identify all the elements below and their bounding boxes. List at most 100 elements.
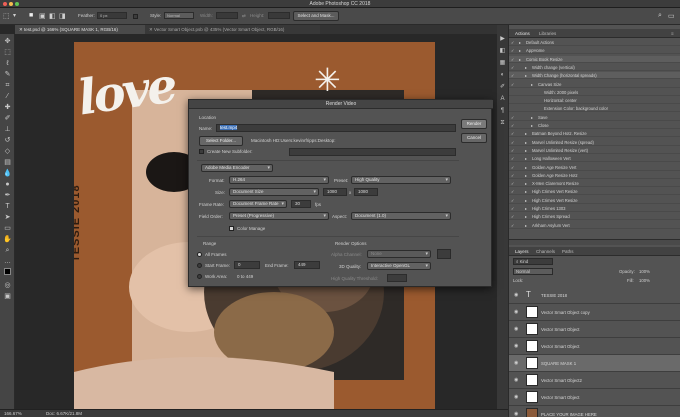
action-item[interactable]: Horizontal: center (509, 97, 680, 105)
action-item[interactable]: Width: 2000 pixels (509, 89, 680, 96)
chevron-right-icon[interactable]: ▸ (531, 123, 533, 128)
shape-tool-icon[interactable]: ▭ (3, 224, 12, 233)
color-manage-checkbox[interactable] (229, 226, 234, 231)
work-area-radio[interactable] (197, 274, 202, 279)
properties-icon[interactable]: ◧ (498, 47, 507, 56)
subtract-selection-icon[interactable]: ◧ (49, 12, 56, 20)
all-frames-radio[interactable] (197, 252, 202, 257)
brush-tool-icon[interactable]: ✐ (3, 114, 12, 123)
tab-paths[interactable]: Paths (562, 249, 574, 254)
eye-icon[interactable]: ◉ (514, 292, 518, 298)
search-icon[interactable]: ⌕ (658, 12, 662, 20)
blur-tool-icon[interactable]: 💧 (3, 169, 12, 178)
gradient-tool-icon[interactable]: ▤ (3, 158, 12, 167)
chevron-right-icon[interactable]: ▸ (525, 165, 527, 170)
chevron-right-icon[interactable]: ▸ (519, 48, 521, 53)
chevron-right-icon[interactable]: ▸ (525, 173, 527, 178)
name-input[interactable]: test.mp4 (216, 124, 456, 132)
eye-icon[interactable]: ◉ (514, 377, 518, 383)
chevron-right-icon[interactable]: ▸ (525, 140, 527, 145)
chevron-right-icon[interactable]: ▸ (519, 40, 521, 45)
swatches-icon[interactable]: ▦ (498, 59, 507, 68)
field-order-select[interactable]: Preset (Progressive) (229, 212, 329, 220)
layer-filter-select[interactable]: ⌕ Kind (513, 258, 553, 265)
tab-actions[interactable]: Actions (515, 31, 530, 36)
frame-rate-select[interactable]: Document Frame Rate (229, 200, 287, 208)
action-item[interactable]: ✓ ▸ High Crimes Vert Resize (509, 188, 680, 196)
brush-panel-icon[interactable]: ✐ (498, 83, 507, 92)
layer-row[interactable]: ◉ PLACE YOUR IMAGE HERE (509, 406, 680, 417)
add-selection-icon[interactable]: ▣ (39, 12, 46, 20)
action-enabled-checkbox[interactable]: ✓ (511, 148, 514, 153)
chevron-right-icon[interactable]: ▸ (531, 82, 533, 87)
opacity-value[interactable]: 100% (639, 269, 650, 274)
action-enabled-checkbox[interactable]: ✓ (511, 115, 514, 120)
history-brush-icon[interactable]: ↺ (3, 136, 12, 145)
tab-test-psd[interactable]: ✕ test.psd @ 166% (SQUARE MASK 1, RGB/16… (15, 25, 145, 34)
eye-icon[interactable]: ◉ (514, 309, 518, 315)
action-item[interactable]: ✓ ▸ Marvel Unlimited Resize (spread) (509, 139, 680, 146)
quick-select-tool-icon[interactable]: ✎ (3, 70, 12, 79)
create-subfolder-checkbox[interactable] (199, 149, 204, 154)
layer-row[interactable]: ◉ T TESSIE 2018 (509, 287, 680, 304)
action-item[interactable]: ✓ ▸ Long Halloween Vert (509, 155, 680, 163)
layer-row[interactable]: ◉ Vector Smart Object (509, 338, 680, 355)
action-item[interactable]: ✓ ▸ X-Men Claremont Resize (509, 180, 680, 188)
path-select-tool-icon[interactable]: ➤ (3, 213, 12, 222)
action-enabled-checkbox[interactable]: ✓ (511, 131, 514, 136)
action-enabled-checkbox[interactable]: ✓ (511, 73, 514, 78)
action-item[interactable]: ✓ ▸ Golden Age Resize Hotz (509, 172, 680, 179)
render-button[interactable]: Render (461, 119, 487, 129)
action-item[interactable]: ✓ ▸ Width Change (horizontal spreads) (509, 72, 680, 80)
hand-tool-icon[interactable]: ✋ (3, 235, 12, 244)
action-enabled-checkbox[interactable]: ✓ (511, 165, 514, 170)
character-icon[interactable]: A (498, 95, 507, 104)
pen-tool-icon[interactable]: ✒ (3, 191, 12, 200)
action-enabled-checkbox[interactable]: ✓ (511, 181, 514, 186)
tab-vector-smart-object[interactable]: ✕ Vector Smart Object.psb @ 435% (Vector… (145, 25, 320, 34)
cancel-button[interactable]: Cancel (461, 133, 487, 143)
action-enabled-checkbox[interactable]: ✓ (511, 57, 514, 62)
action-enabled-checkbox[interactable]: ✓ (511, 48, 514, 53)
start-frame-input[interactable]: 0 (234, 261, 260, 269)
anti-alias-checkbox[interactable] (133, 14, 138, 19)
action-item[interactable]: ✓ ▸ Comic Book Resize (509, 55, 680, 63)
end-frame-input[interactable]: 449 (294, 261, 320, 269)
paragraph-icon[interactable]: ¶ (498, 107, 507, 116)
style-select[interactable]: Normal (164, 12, 194, 19)
chevron-right-icon[interactable]: ▸ (525, 206, 527, 211)
zoom-tool-icon[interactable]: ⌕ (3, 246, 12, 255)
action-enabled-checkbox[interactable]: ✓ (511, 40, 514, 45)
layer-row[interactable]: ◉ Vector Smart Object copy (509, 304, 680, 321)
marquee-tool-icon[interactable]: ⬚ (3, 12, 10, 20)
format-select[interactable]: H.264 (229, 176, 329, 184)
tab-libraries[interactable]: Libraries (539, 31, 556, 36)
marquee-tool-icon[interactable]: ⬚ (3, 48, 12, 57)
hq-threshold-input[interactable] (387, 274, 407, 282)
adjustments-icon[interactable]: ◐ (498, 71, 507, 80)
action-enabled-checkbox[interactable]: ✓ (511, 214, 514, 219)
chevron-right-icon[interactable]: ▸ (525, 198, 527, 203)
action-enabled-checkbox[interactable]: ✓ (511, 173, 514, 178)
fps-input[interactable]: 30 (291, 200, 311, 208)
action-enabled-checkbox[interactable]: ✓ (511, 223, 514, 228)
height-input[interactable]: 1080 (354, 188, 378, 196)
blend-mode-select[interactable]: Normal (513, 268, 553, 275)
healing-tool-icon[interactable]: ✚ (3, 103, 12, 112)
start-frame-radio[interactable] (197, 263, 202, 268)
history-icon[interactable]: ▶ (498, 35, 507, 44)
tab-channels[interactable]: Channels (536, 249, 555, 254)
eyedropper-tool-icon[interactable]: ⁄ (3, 92, 12, 101)
tab-layers[interactable]: Layers (515, 249, 529, 254)
move-tool-icon[interactable]: ✥ (3, 37, 12, 46)
action-item[interactable]: Extension Color: background color (509, 105, 680, 113)
select-and-mask-button[interactable]: Select and Mask... (293, 11, 339, 21)
chevron-right-icon[interactable]: ▸ (525, 148, 527, 153)
subfolder-input[interactable] (289, 148, 456, 156)
quality-3d-select[interactable]: Interactive OpenGL (367, 262, 431, 270)
encoder-select[interactable]: Adobe Media Encoder (201, 164, 273, 172)
chevron-down-icon[interactable]: ▾ (13, 12, 16, 19)
lasso-tool-icon[interactable]: ℓ (3, 59, 12, 68)
action-item[interactable]: ✓ ▸ High Crimes Spread (509, 213, 680, 221)
width-input[interactable]: 1080 (323, 188, 347, 196)
